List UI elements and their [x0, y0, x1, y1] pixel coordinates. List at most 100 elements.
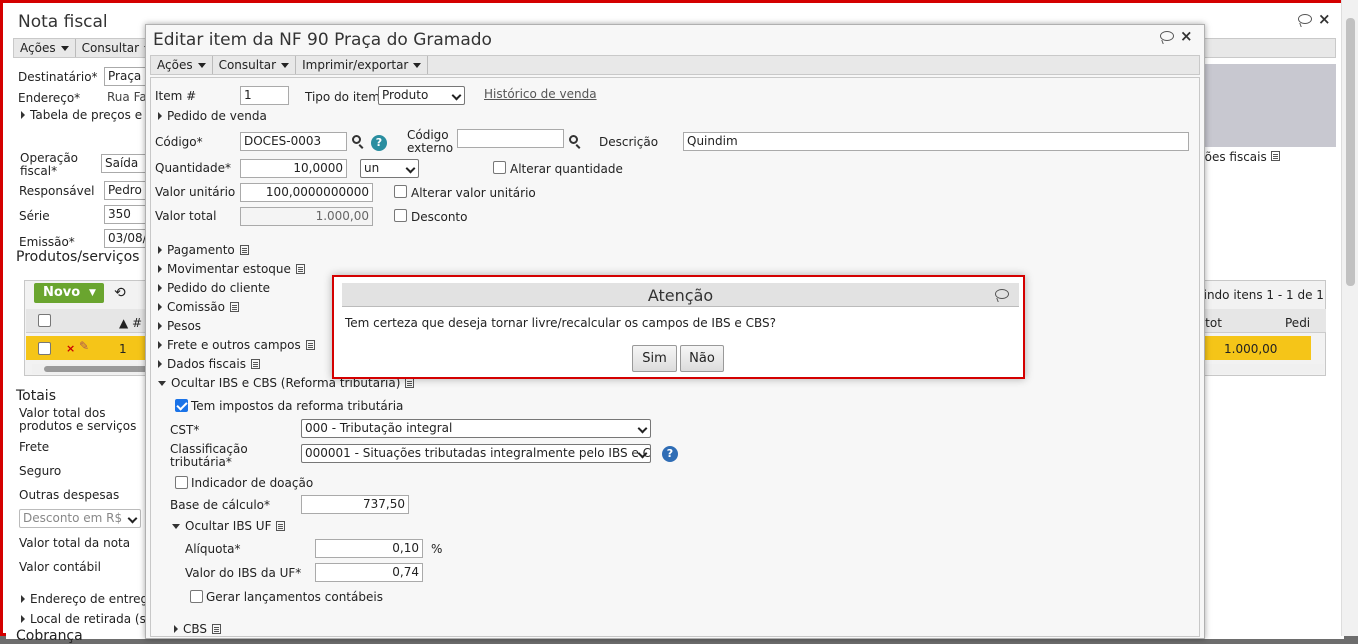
responsavel-label: Responsável [19, 184, 95, 198]
alterar-valor-unitario-label: Alterar valor unitário [411, 186, 536, 200]
desconto-label: Desconto [411, 210, 468, 224]
gerar-lancamentos-checkbox[interactable] [190, 590, 203, 603]
edit-window-title: Editar item da NF 90 Praça do Gramado [153, 30, 492, 50]
serie-label: Série [19, 209, 50, 223]
gerar-lancamentos-label: Gerar lançamentos contábeis [206, 590, 383, 604]
delete-icon[interactable]: × [66, 342, 75, 355]
help-icon[interactable]: ? [371, 135, 387, 151]
confirm-dialog: Atenção Tem certeza que deseja tornar li… [332, 275, 1025, 379]
section-comissao[interactable]: Comissão [158, 300, 239, 314]
grid-row-num: 1 [119, 342, 127, 356]
page-vscrollbar[interactable] [1341, 0, 1358, 636]
help-icon[interactable]: ? [662, 446, 678, 462]
endereco-label: Endereço* [18, 91, 81, 105]
window-title: Nota fiscal [18, 12, 108, 32]
cobranca-title: Cobrança [16, 628, 83, 644]
aliquota-input[interactable]: 0,10 [315, 539, 423, 558]
codigo-externo-label: Código externo [407, 128, 454, 155]
responsavel-input[interactable]: Pedro S [104, 181, 149, 200]
novo-button[interactable]: Novo ▼ [34, 283, 104, 303]
classificacao-select[interactable]: 000001 - Situações tributadas integralme… [301, 444, 651, 463]
valor-contabil-label: Valor contábil [19, 560, 101, 574]
local-retirada-toggle[interactable]: Local de retirada (se [21, 612, 153, 626]
historico-venda-link[interactable]: Histórico de venda [484, 87, 597, 101]
unidade-select[interactable]: un [360, 159, 419, 178]
menu-acoes[interactable]: Ações [151, 56, 213, 74]
tem-impostos-checkbox[interactable] [175, 399, 188, 412]
section-ibs-uf[interactable]: Ocultar IBS UF [172, 519, 286, 533]
menu-imprimir-exportar[interactable]: Imprimir/exportar [296, 56, 429, 74]
operacoes-fiscais-label: ções fiscais [1198, 151, 1280, 164]
valor-ibs-uf-input[interactable]: 0,74 [315, 563, 423, 582]
dialog-message: Tem certeza que deseja tornar livre/reca… [345, 316, 776, 330]
valor-total-input: 1.000,00 [240, 207, 373, 226]
alterar-quantidade-checkbox[interactable] [493, 161, 506, 174]
no-button[interactable]: Não [680, 345, 724, 372]
produtos-title: Produtos/serviços [16, 249, 140, 265]
section-pesos[interactable]: Pesos [158, 319, 201, 333]
document-icon [229, 302, 239, 312]
desconto-checkbox[interactable] [394, 209, 407, 222]
side-panel [1202, 64, 1336, 147]
destinatario-input[interactable]: Praça d [104, 67, 149, 86]
valor-unitario-label: Valor unitário [155, 185, 236, 199]
serie-input[interactable]: 350 [104, 205, 149, 224]
menu-consultar[interactable]: Consultar [213, 56, 297, 74]
edit-icon[interactable]: ✎ [79, 339, 89, 353]
alterar-quantidade-label: Alterar quantidade [510, 162, 623, 176]
close-icon[interactable]: × [1180, 27, 1193, 45]
codigo-label: Código* [155, 135, 203, 149]
base-calculo-input[interactable]: 737,50 [301, 495, 409, 514]
close-icon[interactable]: × [1318, 10, 1331, 28]
document-icon [276, 521, 286, 531]
grid-row-total: 1.000,00 [1224, 342, 1278, 356]
document-icon [405, 378, 415, 388]
comment-icon[interactable] [1160, 31, 1174, 41]
search-icon[interactable] [569, 135, 578, 144]
search-icon[interactable] [352, 135, 361, 144]
codigo-externo-input[interactable] [457, 129, 564, 148]
pedido-venda-toggle[interactable]: Pedido de venda [158, 109, 267, 123]
quantidade-input[interactable]: 10,0000 [240, 159, 347, 178]
endereco-entrega-toggle[interactable]: Endereço de entrega [21, 592, 156, 606]
valor-ibs-uf-label: Valor do IBS da UF* [185, 566, 302, 580]
tipo-item-select[interactable]: Produto [378, 86, 465, 105]
valor-unitario-input[interactable]: 100,0000000000 [240, 183, 373, 202]
alterar-valor-unitario-checkbox[interactable] [394, 185, 407, 198]
classificacao-label: Classificação tributária* [170, 442, 248, 469]
section-pagamento[interactable]: Pagamento [158, 243, 249, 257]
row-checkbox[interactable] [38, 342, 51, 355]
menu-acoes[interactable]: Ações [14, 39, 76, 57]
cst-select[interactable]: 000 - Tributação integral [301, 419, 651, 438]
document-icon [239, 245, 249, 255]
edit-menubar: Ações Consultar Imprimir/exportar [150, 55, 1200, 75]
valor-total-nota-label: Valor total da nota [19, 536, 131, 550]
item-label: Item # [155, 89, 197, 103]
desconto-select[interactable]: Desconto em R$ [19, 509, 141, 528]
indicador-doacao-checkbox[interactable] [175, 476, 188, 489]
comment-icon[interactable] [1298, 14, 1312, 24]
codigo-input[interactable]: DOCES-0003 [240, 132, 347, 151]
section-pedido-cliente[interactable]: Pedido do cliente [158, 281, 270, 295]
base-calculo-label: Base de cálculo* [170, 498, 271, 512]
totais-outras-label: Outras despesas [19, 488, 120, 502]
emissao-input[interactable]: 03/08/2 [104, 229, 149, 248]
descricao-input[interactable]: Quindim [683, 132, 1189, 151]
document-icon [1270, 151, 1280, 161]
tabela-precos-toggle[interactable]: Tabela de preços e re [21, 108, 158, 122]
yes-button[interactable]: Sim [632, 345, 677, 372]
cst-label: CST* [170, 423, 200, 437]
item-input[interactable]: 1 [240, 86, 289, 105]
document-icon [212, 624, 222, 634]
section-movimentar-estoque[interactable]: Movimentar estoque [158, 262, 305, 276]
dialog-header: Atenção [342, 283, 1019, 307]
grid-select-all-checkbox[interactable] [38, 314, 51, 327]
operacao-select[interactable]: Saída [101, 154, 146, 173]
comment-icon[interactable] [995, 289, 1009, 299]
refresh-icon[interactable]: ⟲ [114, 285, 126, 301]
section-frete-outros[interactable]: Frete e outros campos [158, 338, 315, 352]
section-dados-fiscais[interactable]: Dados fiscais [158, 357, 260, 371]
section-cbs[interactable]: CBS [174, 622, 222, 636]
operacao-label: Operação fiscal* [20, 151, 79, 178]
grid-col-num[interactable]: ▲ # [119, 317, 142, 330]
